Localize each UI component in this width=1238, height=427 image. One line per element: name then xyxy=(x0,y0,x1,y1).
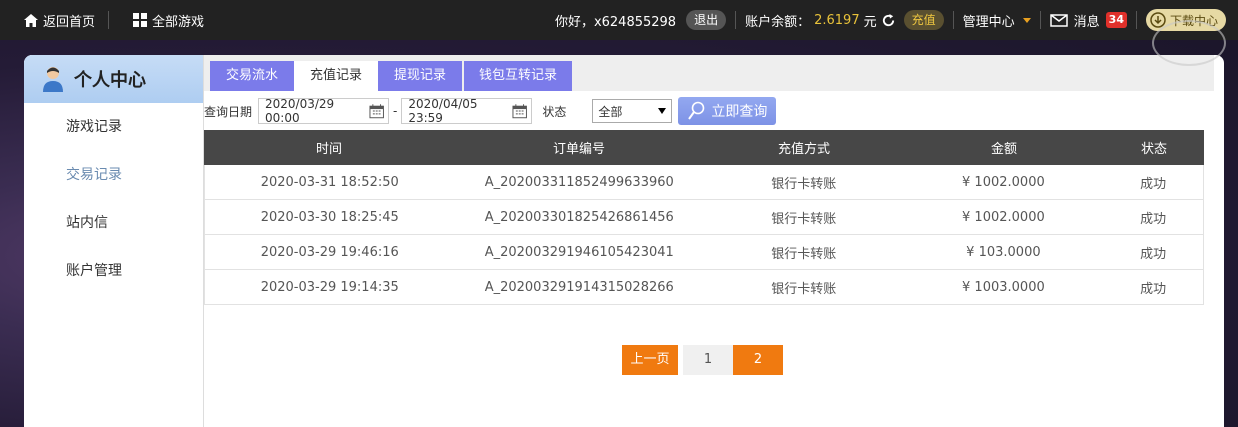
divider xyxy=(108,11,109,29)
query-button[interactable]: 立即查询 xyxy=(678,97,777,125)
main-content: 交易流水 充值记录 提现记录 钱包互转记录 查询日期 2020/03/29 00… xyxy=(204,55,1214,427)
cell-status: 成功 xyxy=(1140,281,1167,297)
messages-count-badge: 34 xyxy=(1105,12,1127,28)
date-separator: - xyxy=(393,104,398,118)
date-label: 查询日期 xyxy=(204,104,253,119)
user-toolbar: 你好，x624855298 退出 账户余额： 2.6197 元 充值 管理中心 … xyxy=(555,0,1226,40)
cell-amount: ¥ 1003.0000 xyxy=(962,279,1045,295)
date-to-value: 2020/04/05 23:59 xyxy=(408,97,478,125)
home-icon xyxy=(24,13,38,27)
cell-method: 银行卡转账 xyxy=(771,246,837,262)
sidebar-title: 个人中心 xyxy=(74,70,146,91)
pagination: 上一页 1 2 xyxy=(622,345,783,375)
column-header-method: 充值方式 xyxy=(777,142,830,157)
prev-page-button[interactable]: 上一页 xyxy=(622,345,678,375)
sidebar-header: 个人中心 xyxy=(24,55,203,103)
cell-order-number: A_202003291914315028266 xyxy=(484,279,674,295)
column-header-status: 状态 xyxy=(1140,142,1167,157)
mail-icon xyxy=(1049,13,1068,27)
cell-status: 成功 xyxy=(1140,211,1167,227)
query-button-label: 立即查询 xyxy=(711,104,768,120)
cell-time: 2020-03-29 19:46:16 xyxy=(260,244,399,260)
cell-order-number: A_202003291946105423041 xyxy=(484,244,674,260)
divider xyxy=(952,11,954,29)
all-games-label: 全部游戏 xyxy=(152,14,205,30)
divider xyxy=(735,11,737,29)
tab-wallet-transfer-records[interactable]: 钱包互转记录 xyxy=(464,61,572,91)
page-button-2-current[interactable]: 2 xyxy=(733,345,783,375)
cell-order-number: A_202003311852499633960 xyxy=(484,174,674,190)
page-button-1[interactable]: 1 xyxy=(683,345,733,375)
column-header-order-number: 订单编号 xyxy=(552,142,605,157)
tab-transaction-flow[interactable]: 交易流水 xyxy=(210,61,294,91)
cell-method: 银行卡转账 xyxy=(771,281,837,297)
sidebar-item-inbox[interactable]: 站内信 xyxy=(24,199,203,247)
logout-button[interactable]: 退出 xyxy=(686,10,727,30)
cell-method: 银行卡转账 xyxy=(771,176,837,192)
column-header-amount: 金额 xyxy=(990,142,1017,157)
home-link[interactable]: 返回首页 xyxy=(24,0,95,40)
table-header: 时间 订单编号 充值方式 金额 状态 xyxy=(204,130,1204,165)
table-row: 2020-03-29 19:46:16 A_202003291946105423… xyxy=(204,235,1204,270)
tab-bar: 交易流水 充值记录 提现记录 钱包互转记录 xyxy=(204,55,1214,91)
balance-unit: 元 xyxy=(863,14,877,30)
table-row: 2020-03-29 19:14:35 A_202003291914315028… xyxy=(204,270,1204,305)
cell-amount: ¥ 1002.0000 xyxy=(962,174,1045,190)
divider xyxy=(1135,11,1137,29)
sidebar-item-transaction-records[interactable]: 交易记录 xyxy=(24,151,203,199)
date-to-field[interactable]: 2020/04/05 23:59 xyxy=(401,97,533,125)
grid-icon xyxy=(133,13,147,27)
cell-time: 2020-03-29 19:14:35 xyxy=(260,279,399,295)
status-select[interactable]: 全部 xyxy=(592,99,673,123)
top-bar: 返回首页 全部游戏 你好，x624855298 退出 账户余额： 2.6197 … xyxy=(0,0,1238,40)
status-select-value: 全部 xyxy=(598,104,623,119)
messages-label: 消息 xyxy=(1073,14,1100,30)
cell-status: 成功 xyxy=(1140,176,1167,192)
home-label: 返回首页 xyxy=(43,14,96,30)
user-icon xyxy=(43,67,63,92)
management-center-menu[interactable]: 管理中心 xyxy=(963,11,1031,30)
cell-time: 2020-03-31 18:52:50 xyxy=(260,174,399,190)
date-from-field[interactable]: 2020/03/29 00:00 xyxy=(258,97,390,125)
filter-bar: 查询日期 2020/03/29 00:00 - 2020/04/05 23:59… xyxy=(204,97,777,125)
search-icon xyxy=(688,101,705,120)
chevron-down-icon xyxy=(658,108,667,114)
cell-status: 成功 xyxy=(1140,246,1167,262)
personal-center-panel: 个人中心 游戏记录 交易记录 站内信 账户管理 交易流水 充值记录 提现记录 钱… xyxy=(24,55,1224,427)
tab-recharge-records[interactable]: 充值记录 xyxy=(294,61,378,91)
tab-withdrawal-records[interactable]: 提现记录 xyxy=(378,61,462,91)
status-label: 状态 xyxy=(542,104,567,119)
calendar-icon[interactable] xyxy=(512,103,527,119)
greeting-text: 你好，x624855298 xyxy=(554,14,677,30)
sidebar: 个人中心 游戏记录 交易记录 站内信 账户管理 xyxy=(24,55,204,427)
refresh-icon[interactable] xyxy=(881,13,896,28)
table-row: 2020-03-30 18:25:45 A_202003301825426861… xyxy=(204,200,1204,235)
chevron-down-icon xyxy=(1022,17,1031,23)
recharge-button[interactable]: 充值 xyxy=(903,10,944,30)
sidebar-item-game-records[interactable]: 游戏记录 xyxy=(24,103,203,151)
cell-time: 2020-03-30 18:25:45 xyxy=(260,209,399,225)
recharge-records-table: 时间 订单编号 充值方式 金额 状态 2020-03-31 18:52:50 A… xyxy=(204,130,1204,305)
messages-link[interactable]: 消息 34 xyxy=(1049,11,1127,30)
cell-order-number: A_202003301825426861456 xyxy=(484,209,674,225)
cell-amount: ¥ 103.0000 xyxy=(966,244,1041,260)
watermark-stamp xyxy=(1152,20,1226,66)
divider xyxy=(1039,11,1041,29)
calendar-icon[interactable] xyxy=(369,103,384,119)
date-from-value: 2020/03/29 00:00 xyxy=(265,97,335,125)
column-header-time: 时间 xyxy=(315,142,342,157)
management-label: 管理中心 xyxy=(962,14,1015,30)
table-row: 2020-03-31 18:52:50 A_202003311852499633… xyxy=(204,165,1204,200)
balance-value: 2.6197 xyxy=(814,12,860,28)
cell-method: 银行卡转账 xyxy=(771,211,837,227)
all-games-link[interactable]: 全部游戏 xyxy=(133,0,204,40)
balance-label: 账户余额： xyxy=(745,14,811,30)
cell-amount: ¥ 1002.0000 xyxy=(962,209,1045,225)
sidebar-item-account-management[interactable]: 账户管理 xyxy=(24,247,203,295)
